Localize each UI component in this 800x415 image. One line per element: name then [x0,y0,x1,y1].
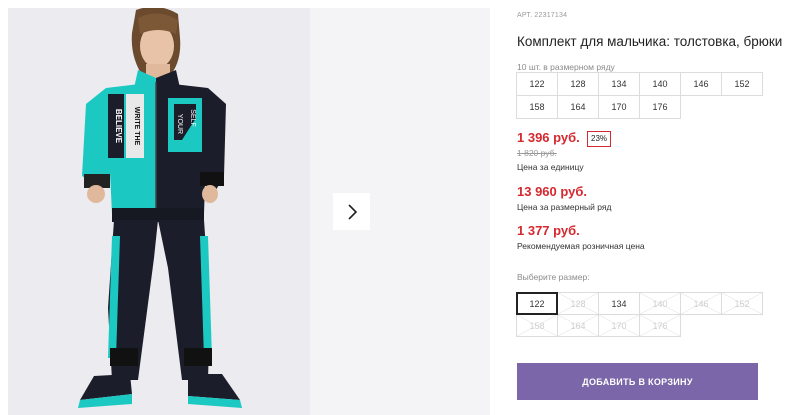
product-photo[interactable]: BELIEVE WRITE THE YOUR SELF [8,8,310,415]
size-option-128: 128 [557,292,599,315]
pack-size-cell: 146 [680,72,722,96]
size-option-122[interactable]: 122 [516,292,558,315]
size-option-134[interactable]: 134 [598,292,640,315]
article-number: АРТ. 22317134 [517,12,568,19]
size-option-164: 164 [557,314,599,337]
product-info: АРТ. 22317134 Комплект для мальчика: тол… [516,0,800,415]
print-write: WRITE THE [133,107,140,146]
size-option-140: 140 [639,292,681,315]
add-to-cart-button[interactable]: ДОБАВИТЬ В КОРЗИНУ [517,363,758,400]
unit-price-label: Цена за единицу [517,162,584,172]
pack-size-cell: 128 [557,72,599,96]
pack-size-cell: 158 [516,95,558,119]
retail-price-label: Рекомендуемая розничная цена [517,241,645,251]
row-price-label: Цена за размерный ряд [517,202,612,212]
pack-size-cell: 164 [557,95,599,119]
pack-size-cell: 122 [516,72,558,96]
print-your: YOUR [176,114,183,134]
pack-size-cell: 170 [598,95,640,119]
boy-in-tracksuit-image: BELIEVE WRITE THE YOUR SELF [8,8,310,415]
pack-sizes-grid: 122 128 134 140 146 152 158 164 170 176 [516,72,763,119]
size-option-170: 170 [598,314,640,337]
discount-badge: 23% [587,131,612,147]
print-self: SELF [189,109,196,127]
size-option-152: 152 [721,292,763,315]
old-price: 1 820 руб. [517,148,557,158]
pack-size-cell: 134 [598,72,640,96]
size-picker: 122 128 134 140 146 152 158 164 170 176 [516,292,763,337]
size-option-176: 176 [639,314,681,337]
product-gallery: BELIEVE WRITE THE YOUR SELF [0,0,490,415]
pack-size-cell: 140 [639,72,681,96]
next-image-button[interactable] [333,193,370,230]
size-picker-label: Выберите размер: [517,272,590,282]
product-title: Комплект для мальчика: толстовка, брюки [517,34,783,49]
pack-info: 10 шт. в размерном ряду [517,62,615,72]
pack-size-cell: 176 [639,95,681,119]
chevron-right-icon [347,203,357,220]
size-option-146: 146 [680,292,722,315]
print-believe: BELIEVE [114,109,123,144]
unit-price: 1 396 руб. [517,130,580,145]
pack-size-cell: 152 [721,72,763,96]
retail-price: 1 377 руб. [517,223,580,238]
size-option-158: 158 [516,314,558,337]
row-price: 13 960 руб. [517,184,588,199]
